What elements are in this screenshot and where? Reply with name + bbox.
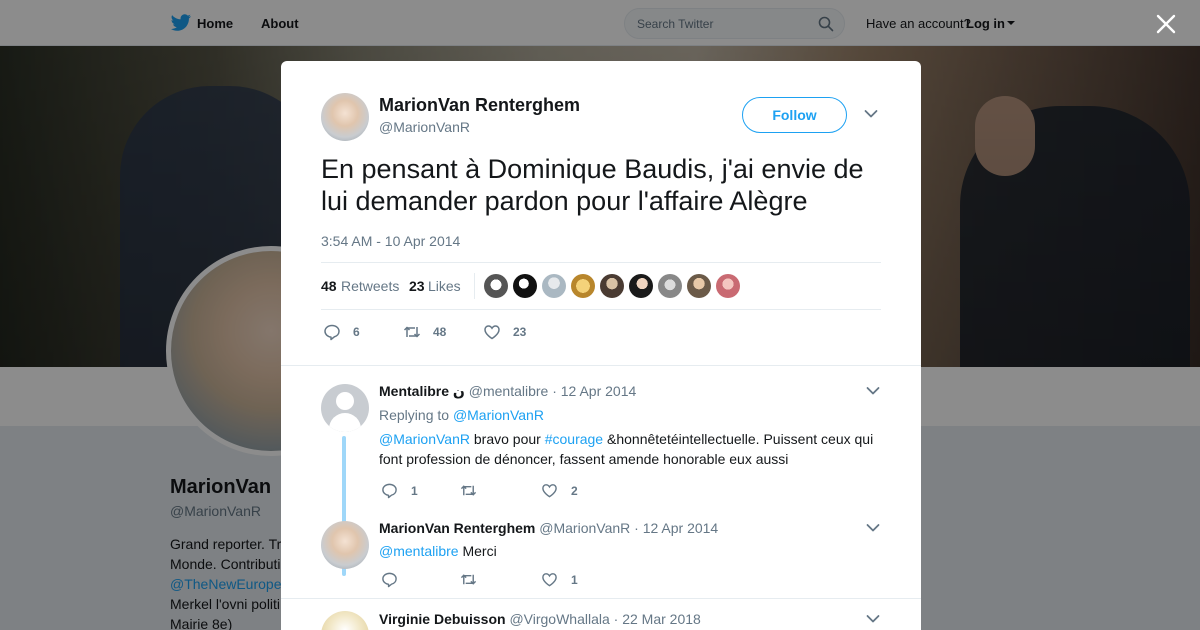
- retweets-count[interactable]: 48: [321, 278, 337, 294]
- likes-count[interactable]: 23: [409, 278, 425, 294]
- reply-text-part: bravo pour: [470, 431, 545, 447]
- likes-label[interactable]: Likes: [428, 278, 461, 294]
- mention-link[interactable]: @MarionVanR: [379, 431, 470, 447]
- hashtag-link[interactable]: #courage: [545, 431, 603, 447]
- reply-header: Mentalibre ن @mentalibre · 12 Apr 2014: [379, 383, 636, 400]
- retweet-icon: [460, 574, 477, 585]
- author-name[interactable]: MarionVan Renterghem: [379, 95, 580, 116]
- reply-text: @mentalibre Merci: [379, 541, 889, 561]
- reply-text: @MarionVanR bravo pour #courage &honnête…: [379, 429, 889, 469]
- reply-icon: [382, 483, 397, 499]
- liker-avatar[interactable]: [513, 274, 537, 298]
- liker-avatar[interactable]: [658, 274, 682, 298]
- tweet-text: En pensant à Dominique Baudis, j'ai envi…: [321, 154, 864, 216]
- chevron-down-icon[interactable]: [864, 109, 878, 119]
- retweet-icon: [403, 326, 421, 338]
- heart-icon: [542, 484, 557, 498]
- author-handle[interactable]: @MarionVanR: [379, 119, 470, 135]
- reply-icon: [324, 324, 340, 341]
- retweets-label[interactable]: Retweets: [341, 278, 399, 294]
- heart-icon: [542, 573, 557, 587]
- liker-avatar[interactable]: [484, 274, 508, 298]
- tweet-modal: MarionVan Renterghem @MarionVanR Follow …: [281, 61, 921, 630]
- reply-text-part: Merci: [458, 543, 497, 559]
- mention-link[interactable]: @mentalibre: [379, 543, 459, 559]
- reply-date[interactable]: · 12 Apr 2014: [552, 383, 636, 399]
- liker-avatar[interactable]: [629, 274, 653, 298]
- replying-to-label: Replying to: [379, 407, 450, 423]
- replying-to-link[interactable]: @MarionVanR: [453, 407, 544, 423]
- replies-list: Mentalibre ن @mentalibre · 12 Apr 2014 R…: [281, 365, 921, 630]
- liker-avatar[interactable]: [542, 274, 566, 298]
- retweet-icon: [460, 485, 477, 496]
- reply-author-handle[interactable]: @mentalibre: [469, 383, 549, 399]
- chevron-down-icon[interactable]: [866, 523, 880, 533]
- reply-author-handle[interactable]: @VirgoWhallala: [509, 611, 609, 627]
- avatar[interactable]: [321, 611, 369, 630]
- liker-avatar[interactable]: [571, 274, 595, 298]
- like-count: 2: [571, 484, 578, 498]
- retweet-count: 48: [433, 325, 447, 339]
- reply-date[interactable]: · 12 Apr 2014: [634, 520, 718, 536]
- reply-author-name[interactable]: Mentalibre ن: [379, 383, 465, 399]
- heart-icon: [484, 325, 500, 340]
- like-count: 1: [571, 573, 578, 587]
- reply-header: MarionVan Renterghem @MarionVanR · 12 Ap…: [379, 520, 718, 536]
- author-avatar[interactable]: [321, 93, 369, 141]
- close-icon[interactable]: [1155, 13, 1177, 35]
- replying-to: Replying to @MarionVanR: [379, 407, 544, 423]
- tweet-timestamp[interactable]: 3:54 AM - 10 Apr 2014: [321, 233, 460, 249]
- reply-author-name[interactable]: Virginie Debuisson: [379, 611, 506, 627]
- avatar[interactable]: [321, 521, 369, 569]
- liker-avatar[interactable]: [687, 274, 711, 298]
- reply-header: Virginie Debuisson @VirgoWhallala · 22 M…: [379, 611, 701, 627]
- chevron-down-icon[interactable]: [866, 614, 880, 624]
- follow-button[interactable]: Follow: [742, 97, 847, 133]
- reply-count: 1: [411, 484, 418, 498]
- tweet-stats: 48 Retweets 23 Likes: [321, 262, 881, 310]
- reply-icon: [382, 572, 397, 588]
- reply-date[interactable]: · 22 Mar 2018: [614, 611, 701, 627]
- liker-avatar[interactable]: [716, 274, 740, 298]
- reply-count: 6: [353, 325, 360, 339]
- reply-author-name[interactable]: MarionVan Renterghem: [379, 520, 535, 536]
- reply-item[interactable]: Virginie Debuisson @VirgoWhallala · 22 M…: [281, 598, 921, 630]
- reply-author-handle[interactable]: @MarionVanR: [539, 520, 630, 536]
- chevron-down-icon[interactable]: [866, 386, 880, 396]
- avatar[interactable]: [321, 384, 369, 432]
- like-count: 23: [513, 325, 527, 339]
- liker-avatar[interactable]: [600, 274, 624, 298]
